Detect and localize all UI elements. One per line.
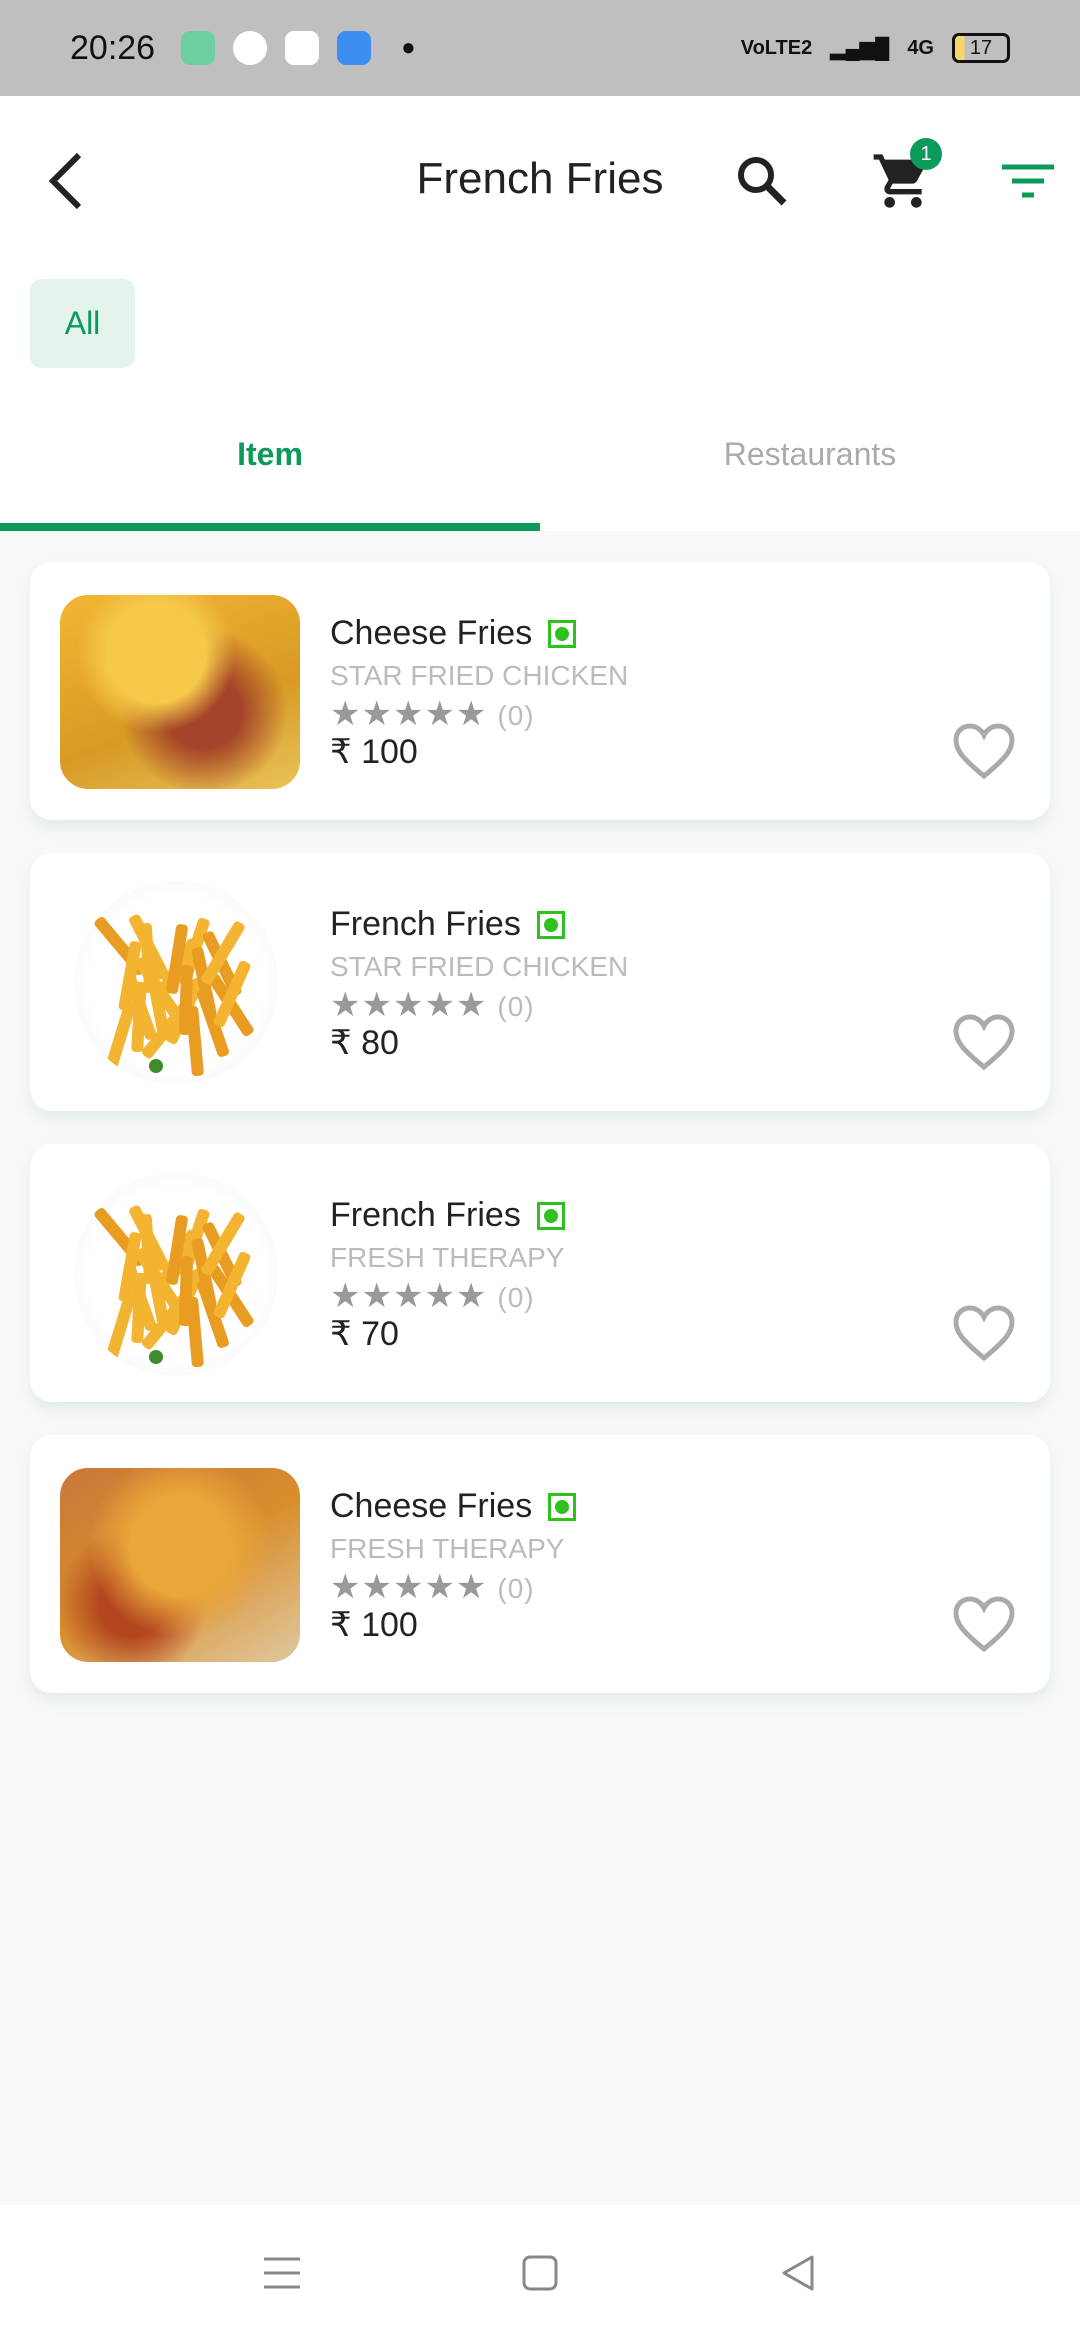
stars-icon: ★★★★★ [330, 1568, 488, 1606]
home-icon[interactable] [520, 2253, 560, 2293]
item-price: ₹ 100 [330, 733, 418, 771]
tab-restaurants[interactable]: Restaurants [540, 386, 1080, 531]
favorite-heart-icon[interactable] [952, 1304, 1016, 1364]
favorite-heart-icon[interactable] [952, 722, 1016, 782]
restaurant-name: FRESH THERAPY [330, 1242, 565, 1273]
rating-count: (0) [497, 1282, 535, 1313]
rating-count: (0) [497, 991, 535, 1022]
rating-count: (0) [497, 1573, 535, 1604]
filter-button[interactable] [993, 146, 1063, 216]
veg-indicator-icon [536, 910, 565, 939]
item-name-text: French Fries [330, 905, 521, 943]
app-notification-icon [181, 31, 216, 65]
rating: ★★★★★ (0) [330, 1276, 535, 1316]
item-name-text: Cheese Fries [330, 614, 533, 652]
app-header: French Fries 1 [0, 96, 1080, 266]
favorite-heart-icon[interactable] [952, 1595, 1016, 1655]
back-nav-icon[interactable] [778, 2253, 818, 2293]
restaurant-name: FRESH THERAPY [330, 1533, 565, 1564]
chip-all[interactable]: All [30, 279, 135, 368]
tab-bar: Item Restaurants [0, 386, 1080, 531]
item-name[interactable]: French Fries [330, 905, 565, 944]
browser-icon [337, 31, 372, 65]
item-card[interactable]: French Fries STAR FRIED CHICKEN ★★★★★ (0)… [30, 853, 1050, 1111]
stars-icon: ★★★★★ [330, 695, 488, 733]
item-price: ₹ 80 [330, 1024, 399, 1062]
item-name[interactable]: Cheese Fries [330, 614, 577, 653]
rating-count: (0) [497, 700, 535, 731]
item-card[interactable]: French Fries FRESH THERAPY ★★★★★ (0) ₹ 70 [30, 1144, 1050, 1402]
more-notifications-icon: ● [401, 34, 416, 61]
cart-button[interactable]: 1 [868, 138, 942, 216]
item-name[interactable]: French Fries [330, 1196, 565, 1235]
stars-icon: ★★★★★ [330, 1277, 488, 1315]
battery-icon: 17 [952, 33, 1010, 63]
rating: ★★★★★ (0) [330, 985, 535, 1025]
food-image [74, 1172, 278, 1376]
rating: ★★★★★ (0) [330, 694, 535, 734]
menu-icon[interactable] [262, 2253, 302, 2293]
item-price: ₹ 70 [330, 1315, 399, 1353]
veg-indicator-icon [548, 1492, 577, 1521]
game-icon [285, 31, 320, 65]
item-name-text: Cheese Fries [330, 1487, 533, 1525]
restaurant-name: STAR FRIED CHICKEN [330, 660, 629, 691]
search-button[interactable] [727, 146, 797, 216]
rating: ★★★★★ (0) [330, 1567, 535, 1607]
battery-level: 17 [969, 36, 993, 59]
tab-item[interactable]: Item [0, 386, 540, 531]
food-image [60, 1468, 300, 1662]
item-name-text: French Fries [330, 1196, 521, 1234]
search-icon [738, 157, 787, 206]
stars-icon: ★★★★★ [330, 986, 488, 1024]
system-navigation-bar [0, 2205, 1080, 2340]
favorite-heart-icon[interactable] [952, 1013, 1016, 1073]
cart-count-badge: 1 [910, 138, 942, 170]
filter-chip-row: All [0, 266, 1080, 386]
veg-indicator-icon [548, 619, 577, 648]
volte-label: VoLTE2 [740, 36, 813, 59]
item-name[interactable]: Cheese Fries [330, 1487, 577, 1526]
item-card[interactable]: Cheese Fries FRESH THERAPY ★★★★★ (0) ₹ 10… [30, 1435, 1050, 1693]
item-card[interactable]: Cheese Fries STAR FRIED CHICKEN ★★★★★ (0)… [30, 562, 1050, 820]
veg-indicator-icon [536, 1201, 565, 1230]
filter-icon [1002, 164, 1054, 198]
food-image [74, 881, 278, 1085]
item-price: ₹ 100 [330, 1606, 418, 1644]
restaurant-name: STAR FRIED CHICKEN [330, 951, 629, 982]
clock: 20:26 [70, 28, 156, 67]
network-type: 4G [907, 36, 934, 59]
status-bar: 20:26 ● VoLTE2 ▂▄▆█ 4G 17 [0, 0, 1080, 96]
food-image [60, 595, 300, 789]
app-notification-icon [233, 31, 268, 65]
signal-icon: ▂▄▆█ [830, 37, 890, 60]
